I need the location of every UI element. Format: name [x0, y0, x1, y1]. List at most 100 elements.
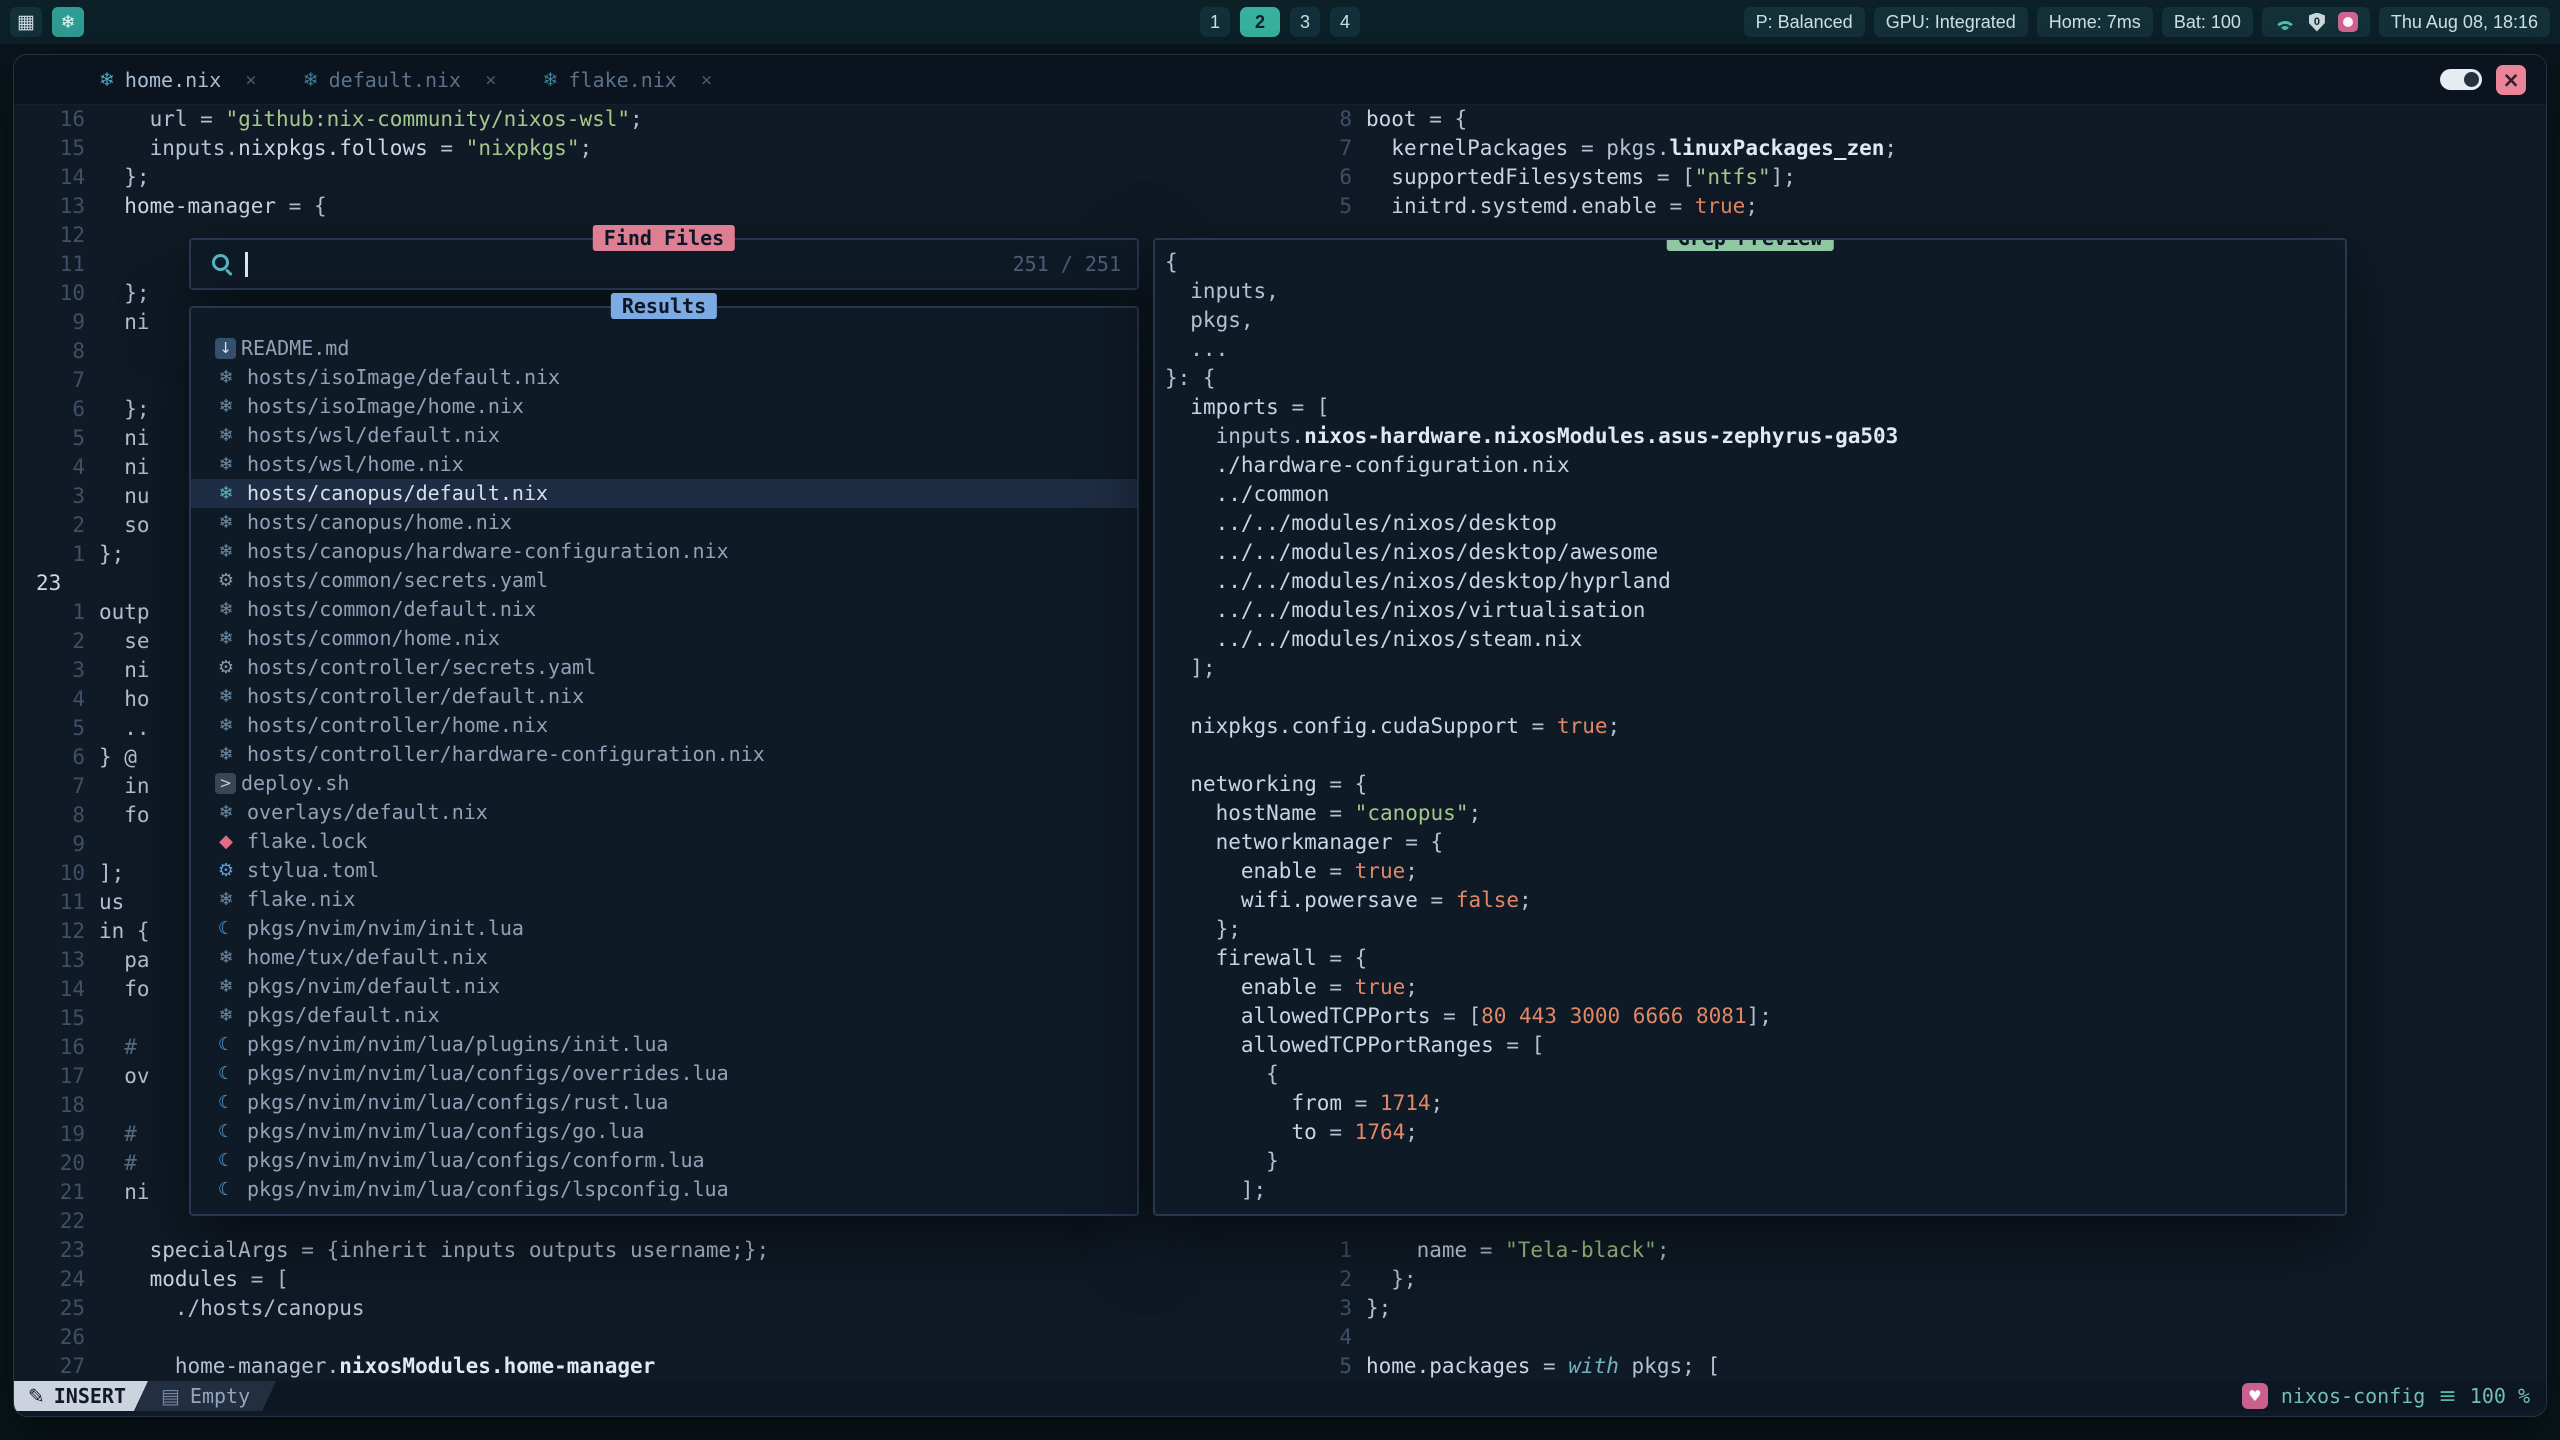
line-number: 3 [1281, 1294, 1366, 1323]
result-item[interactable]: ☾pkgs/nvim/nvim/lua/configs/go.lua [191, 1117, 1137, 1146]
code-line: 25 ./hosts/canopus [14, 1294, 1281, 1323]
battery-module[interactable]: Bat: 100 [2162, 7, 2253, 37]
result-item[interactable]: ❄hosts/controller/default.nix [191, 682, 1137, 711]
result-item[interactable]: ◆flake.lock [191, 827, 1137, 856]
workspace-button-4[interactable]: 4 [1330, 7, 1360, 37]
code-line: 1 name = "Tela-black"; [1281, 1236, 2546, 1265]
line-number: 9 [14, 308, 99, 337]
line-number: 16 [14, 105, 99, 134]
pencil-icon: ✎ [28, 1384, 45, 1408]
result-filename: hosts/controller/hardware-configuration.… [247, 740, 765, 769]
tab-flake.nix[interactable]: ❄flake.nix× [520, 68, 736, 92]
line-number: 12 [14, 917, 99, 946]
result-item[interactable]: ❄hosts/wsl/default.nix [191, 421, 1137, 450]
line-number: 7 [1281, 134, 1366, 163]
result-item[interactable]: ☾pkgs/nvim/nvim/lua/plugins/init.lua [191, 1030, 1137, 1059]
ping-module[interactable]: Home: 7ms [2037, 7, 2153, 37]
power-profile-module[interactable]: P: Balanced [1744, 7, 1865, 37]
result-filename: overlays/default.nix [247, 798, 488, 827]
code-line: ../../modules/nixos/steam.nix [1165, 625, 2345, 654]
code-line: 14 }; [14, 163, 1281, 192]
result-item[interactable]: ⚙hosts/controller/secrets.yaml [191, 653, 1137, 682]
app-launcher-icon[interactable]: ▦ [10, 7, 42, 37]
code-line: { [1165, 248, 2345, 277]
line-number: 18 [14, 1091, 99, 1120]
tab-home.nix[interactable]: ❄home.nix× [76, 68, 280, 92]
line-number: 13 [14, 192, 99, 221]
result-item[interactable]: ↓README.md [191, 334, 1137, 363]
result-item[interactable]: ❄hosts/common/default.nix [191, 595, 1137, 624]
window-toggle[interactable] [2440, 69, 2482, 90]
tab-close-icon[interactable]: × [485, 69, 496, 91]
lua-file-icon: ☾ [213, 1088, 239, 1117]
telescope-prompt[interactable]: Find Files 251 / 251 [189, 238, 1139, 290]
clock[interactable]: Thu Aug 08, 18:16 [2379, 7, 2550, 37]
result-item[interactable]: ❄hosts/isoImage/default.nix [191, 363, 1137, 392]
result-item[interactable]: ⚙hosts/common/secrets.yaml [191, 566, 1137, 595]
code-line: ../../modules/nixos/desktop/awesome [1165, 538, 2345, 567]
line-number: 1 [1281, 1236, 1366, 1265]
tab-close-icon[interactable]: × [245, 69, 256, 91]
result-item[interactable]: ❄flake.nix [191, 885, 1137, 914]
result-item[interactable]: ❄home/tux/default.nix [191, 943, 1137, 972]
result-item[interactable]: ❄hosts/common/home.nix [191, 624, 1137, 653]
sh-file-icon: > [215, 773, 236, 794]
line-number: 26 [14, 1323, 99, 1352]
result-item[interactable]: ❄hosts/canopus/hardware-configuration.ni… [191, 537, 1137, 566]
code-line: 3}; [1281, 1294, 2546, 1323]
nixos-logo-icon[interactable]: ❄ [52, 7, 84, 37]
workspace-button-3[interactable]: 3 [1290, 7, 1320, 37]
tab-default.nix[interactable]: ❄default.nix× [280, 68, 520, 92]
tab-close-icon[interactable]: × [701, 69, 712, 91]
code-line: 16 url = "github:nix-community/nixos-wsl… [14, 105, 1281, 134]
code-line: nixpkgs.config.cudaSupport = true; [1165, 712, 2345, 741]
result-filename: flake.nix [247, 885, 355, 914]
preview-code: { inputs, pkgs, ...}: { imports = [ inpu… [1155, 240, 2345, 1205]
workspace-button-2[interactable]: 2 [1240, 7, 1280, 37]
code-line: 5 initrd.systemd.enable = true; [1281, 192, 2546, 221]
result-item[interactable]: ❄hosts/wsl/home.nix [191, 450, 1137, 479]
result-item[interactable]: ❄pkgs/nvim/default.nix [191, 972, 1137, 1001]
line-number: 21 [14, 1178, 99, 1207]
snowflake-icon: ❄ [60, 12, 75, 33]
result-item[interactable]: ☾pkgs/nvim/nvim/lua/configs/overrides.lu… [191, 1059, 1137, 1088]
line-number: 8 [14, 337, 99, 366]
line-number: 6 [14, 395, 99, 424]
result-item[interactable]: ❄hosts/controller/home.nix [191, 711, 1137, 740]
result-item[interactable]: ❄hosts/canopus/default.nix [191, 479, 1137, 508]
result-item[interactable]: ❄hosts/canopus/home.nix [191, 508, 1137, 537]
line-number: 9 [14, 830, 99, 859]
result-item[interactable]: ☾pkgs/nvim/nvim/lua/configs/conform.lua [191, 1146, 1137, 1175]
line-number: 1 [14, 540, 99, 569]
line-number: 17 [14, 1062, 99, 1091]
tab-bar: ❄home.nix×❄default.nix×❄flake.nix× × [14, 55, 2546, 105]
line-number: 2 [1281, 1265, 1366, 1294]
workspace-button-1[interactable]: 1 [1200, 7, 1230, 37]
lua-file-icon: ☾ [213, 1030, 239, 1059]
window-close-button[interactable]: × [2496, 65, 2526, 95]
mode-label: INSERT [54, 1384, 126, 1408]
search-icon [211, 253, 233, 275]
code-line: }; [1165, 915, 2345, 944]
right-editor-pane-top[interactable]: 8boot = {7 kernelPackages = pkgs.linuxPa… [1281, 105, 2546, 221]
code-line: 2 }; [1281, 1265, 2546, 1294]
result-item[interactable]: ❄hosts/controller/hardware-configuration… [191, 740, 1137, 769]
window-controls: × [2440, 65, 2546, 95]
result-item[interactable]: ☾pkgs/nvim/nvim/lua/configs/lspconfig.lu… [191, 1175, 1137, 1204]
toggle-knob-icon [2464, 72, 2479, 87]
result-filename: hosts/wsl/home.nix [247, 450, 464, 479]
line-number: 5 [14, 424, 99, 453]
tab-label: home.nix [125, 68, 221, 92]
code-line: ../../modules/nixos/desktop/hyprland [1165, 567, 2345, 596]
result-item[interactable]: ☾pkgs/nvim/nvim/init.lua [191, 914, 1137, 943]
right-editor-pane-bottom[interactable]: 1 name = "Tela-black";2 };3};45home.pack… [1281, 1236, 2546, 1381]
result-item[interactable]: ❄pkgs/default.nix [191, 1001, 1137, 1030]
result-item[interactable]: ❄hosts/isoImage/home.nix [191, 392, 1137, 421]
system-tray[interactable]: 0 [2262, 7, 2370, 37]
result-item[interactable]: ❄overlays/default.nix [191, 798, 1137, 827]
result-item[interactable]: ☾pkgs/nvim/nvim/lua/configs/rust.lua [191, 1088, 1137, 1117]
lua-file-icon: ☾ [213, 1146, 239, 1175]
result-item[interactable]: ⚙stylua.toml [191, 856, 1137, 885]
gpu-module[interactable]: GPU: Integrated [1874, 7, 2028, 37]
result-item[interactable]: >deploy.sh [191, 769, 1137, 798]
